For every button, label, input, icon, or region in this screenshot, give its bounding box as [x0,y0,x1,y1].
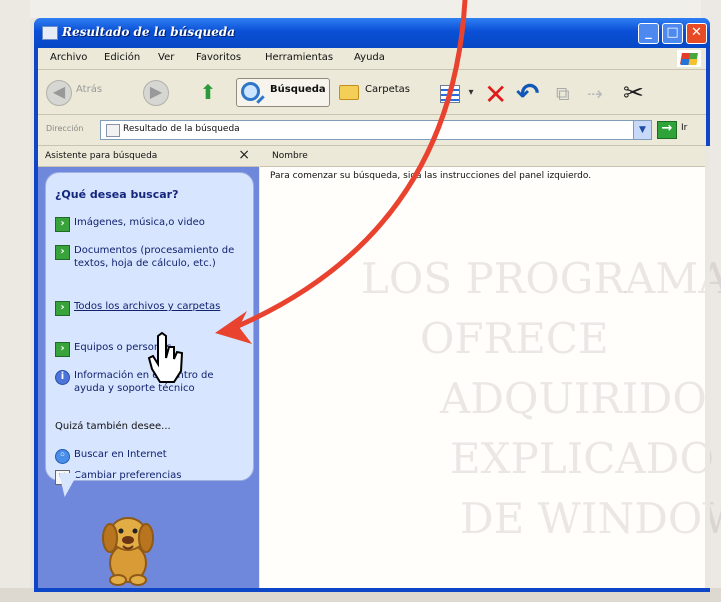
search-option-label[interactable]: Imágenes, música,o video [74,216,244,229]
background-print-line: OFRECE [420,314,609,363]
address-dropdown-icon[interactable]: ▼ [633,121,651,139]
menu-archivo[interactable]: Archivo [50,52,87,63]
photo-paper-top [0,0,721,18]
views-icon[interactable] [440,85,460,103]
go-button[interactable]: Ir [681,123,687,133]
also-want-heading: Quizá también desee... [55,421,171,432]
hand-cursor-icon [147,331,184,383]
maximize-button[interactable]: □ [662,23,683,44]
go-arrow-icon[interactable]: → [657,121,677,139]
search-results-icon [106,124,120,137]
up-folder-icon[interactable]: ⬆ [196,80,220,104]
search-label[interactable]: Búsqueda [270,84,326,95]
search-instruction: Para comenzar su búsqueda, siga las inst… [270,171,592,181]
address-value[interactable]: Resultado de la búsqueda [123,124,240,134]
search-question: ¿Qué desea buscar? [55,188,179,201]
photo-paper-left [0,0,30,602]
folders-label[interactable]: Carpetas [365,84,410,95]
arrow-option-icon: › [55,342,70,357]
window-client-area: Archivo Edición Ver Favoritos Herramient… [38,48,721,588]
undo-icon[interactable]: ↶ [516,77,539,110]
folders-icon[interactable] [339,85,359,100]
search-options-bubble: ¿Qué desea buscar? › Imágenes, música,o … [45,172,254,485]
also-option-label[interactable]: Cambiar preferencias [74,469,244,482]
background-print-line: DE WINDOWS [460,494,721,543]
search-option-all-files[interactable]: › Todos los archivos y carpetas [55,300,245,328]
title-bar[interactable]: Resultado de la búsqueda _ □ ✕ [34,18,710,48]
search-dog-icon [102,517,154,586]
back-label[interactable]: Atrás [76,84,102,95]
background-print-line: LOS PROGRAMAS [361,254,721,303]
address-label: Dirección [46,124,84,133]
search-assistant-header: Asistente para búsqueda × [38,146,259,167]
menu-bar: Archivo Edición Ver Favoritos Herramient… [38,48,706,70]
forward-icon[interactable]: ▶ [143,80,169,106]
views-dropdown-icon[interactable]: ▾ [459,81,483,105]
toolbar: ◀ Atrás ▶ ⬆ Búsqueda Carpetas ▾ ✕ ↶ ⧉ ⇢ … [38,70,706,115]
minimize-button[interactable]: _ [638,23,659,44]
search-icon [241,82,260,101]
window-right-border [705,146,710,588]
search-assistant-title: Asistente para búsqueda [45,151,158,161]
search-option-label[interactable]: Documentos (procesamiento de textos, hoj… [74,244,244,270]
windows-logo-icon [677,50,701,67]
search-option-documents[interactable]: › Documentos (procesamiento de textos, h… [55,244,245,286]
delete-icon[interactable]: ✕ [484,78,507,111]
window-icon [42,26,58,40]
search-option-link[interactable]: Todos los archivos y carpetas [74,300,244,313]
search-results-list[interactable]: Para comenzar su búsqueda, siga las inst… [260,167,721,588]
back-icon[interactable]: ◀ [46,80,72,106]
search-results-window: Resultado de la búsqueda _ □ ✕ Archivo E… [34,18,721,592]
background-print-line: ADQUIRIDO [440,374,707,423]
also-option-label[interactable]: Buscar en Internet [74,448,244,461]
results-column-header: Nombre [260,146,706,167]
menu-favoritos[interactable]: Favoritos [196,52,241,63]
arrow-option-icon: › [55,301,70,316]
menu-ayuda[interactable]: Ayuda [354,52,385,63]
arrow-option-icon: › [55,245,70,260]
bubble-tail [59,473,78,497]
internet-globe-icon: ◦ [55,449,70,464]
cut-icon[interactable]: ✂ [623,78,644,107]
arrow-option-icon: › [55,217,70,232]
help-icon: i [55,370,70,385]
address-bar: Dirección Resultado de la búsqueda ▼ → I… [38,115,706,146]
menu-ver[interactable]: Ver [158,52,174,63]
menu-edicion[interactable]: Edición [104,52,140,63]
background-print-line: EXPLICADO [450,434,714,483]
window-title: Resultado de la búsqueda [62,25,236,39]
menu-herramientas[interactable]: Herramientas [265,52,333,63]
close-panel-icon[interactable]: × [238,147,250,163]
close-window-button[interactable]: ✕ [686,23,707,44]
address-field[interactable]: Resultado de la búsqueda ▼ [100,120,652,140]
move-to-icon[interactable]: ⇢ [587,83,603,105]
name-column-header[interactable]: Nombre [272,151,308,161]
copy-to-icon[interactable]: ⧉ [556,83,570,105]
